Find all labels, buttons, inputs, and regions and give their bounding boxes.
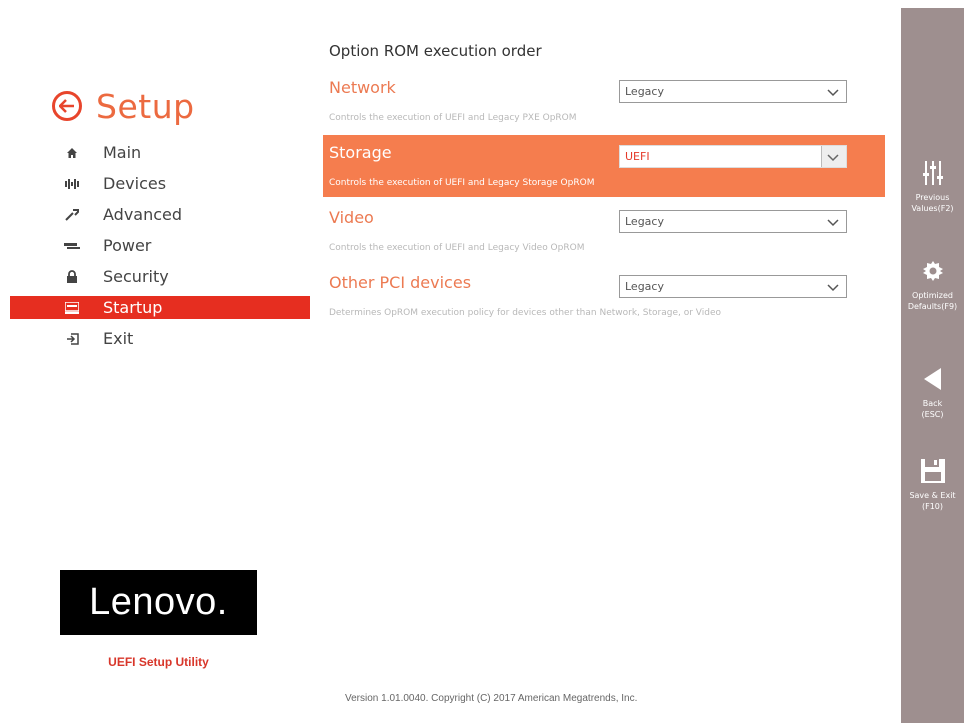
utility-label: UEFI Setup Utility [108,655,209,669]
exit-icon [64,331,80,347]
sidebar-item-main[interactable]: Main [0,137,310,168]
section-title: Option ROM execution order [329,42,542,60]
action-bar: Previous Values(F2) Optimized Defaults(F… [901,8,964,723]
network-select[interactable]: Legacy [619,80,847,103]
chevron-down-icon [827,154,839,162]
setting-description: Determines OpROM execution policy for de… [329,308,721,318]
sidebar-item-exit[interactable]: Exit [0,323,310,354]
startup-icon [64,300,80,316]
sidebar-item-power[interactable]: Power [0,230,310,261]
sidebar-item-label: Devices [103,174,167,193]
gear-icon [901,258,964,284]
setting-label: Video [329,208,374,227]
video-select[interactable]: Legacy [619,210,847,233]
power-icon [64,238,80,254]
sidebar-item-label: Startup [103,298,163,317]
action-label: Optimized Defaults(F9) [907,291,958,311]
sidebar-item-advanced[interactable]: Advanced [0,199,310,230]
select-value: Legacy [625,280,664,293]
version-text: Version 1.01.0040. Copyright (C) 2017 Am… [345,693,638,704]
setting-storage[interactable]: Storage UEFI Controls the execution of U… [323,135,885,197]
select-value: Legacy [625,85,664,98]
sliders-icon [901,160,964,186]
action-label: Back (ESC) [921,399,944,419]
lock-icon [64,269,80,285]
sidebar-item-devices[interactable]: Devices [0,168,310,199]
setting-label: Network [329,78,396,97]
save-exit-button[interactable]: Save & Exit (F10) [901,458,964,512]
chevron-down-icon [827,219,839,227]
action-label: Save & Exit (F10) [909,491,956,511]
setup-header: Setup [52,84,195,128]
back-arrow-icon [901,366,964,392]
optimized-defaults-button[interactable]: Optimized Defaults(F9) [901,258,964,312]
chevron-down-icon [827,284,839,292]
save-icon [901,458,964,484]
setting-description: Controls the execution of UEFI and Legac… [329,243,585,253]
sidebar-item-startup[interactable]: Startup [10,296,310,319]
sidebar-item-label: Power [103,236,152,255]
sidebar-item-security[interactable]: Security [0,261,310,292]
wrench-icon [64,207,80,223]
setting-other-pci[interactable]: Other PCI devices Legacy Determines OpRO… [323,265,885,327]
sidebar-item-label: Security [103,267,169,286]
setting-label: Storage [329,143,392,162]
sidebar-item-label: Main [103,143,142,162]
setting-video[interactable]: Video Legacy Controls the execution of U… [323,200,885,262]
setting-network[interactable]: Network Legacy Controls the execution of… [323,70,885,132]
back-arrow-icon[interactable] [52,91,82,121]
setting-description: Controls the execution of UEFI and Legac… [329,113,577,123]
storage-select[interactable]: UEFI [619,145,847,168]
select-value: UEFI [625,150,650,163]
action-label: Previous Values(F2) [911,193,954,213]
setting-label: Other PCI devices [329,273,472,292]
back-button[interactable]: Back (ESC) [901,366,964,420]
select-value: Legacy [625,215,664,228]
other-pci-select[interactable]: Legacy [619,275,847,298]
lenovo-logo: Lenovo. [60,570,257,635]
devices-icon [64,176,80,192]
page-title: Setup [96,86,195,126]
chevron-down-icon [827,89,839,97]
sidebar-nav: Main Devices Advanced Power Security Sta… [0,137,310,354]
previous-values-button[interactable]: Previous Values(F2) [901,160,964,214]
home-icon [64,145,80,161]
sidebar-item-label: Advanced [103,205,183,224]
setting-description: Controls the execution of UEFI and Legac… [329,178,595,188]
logo-text: Lenovo. [89,581,228,623]
sidebar-item-label: Exit [103,329,134,348]
